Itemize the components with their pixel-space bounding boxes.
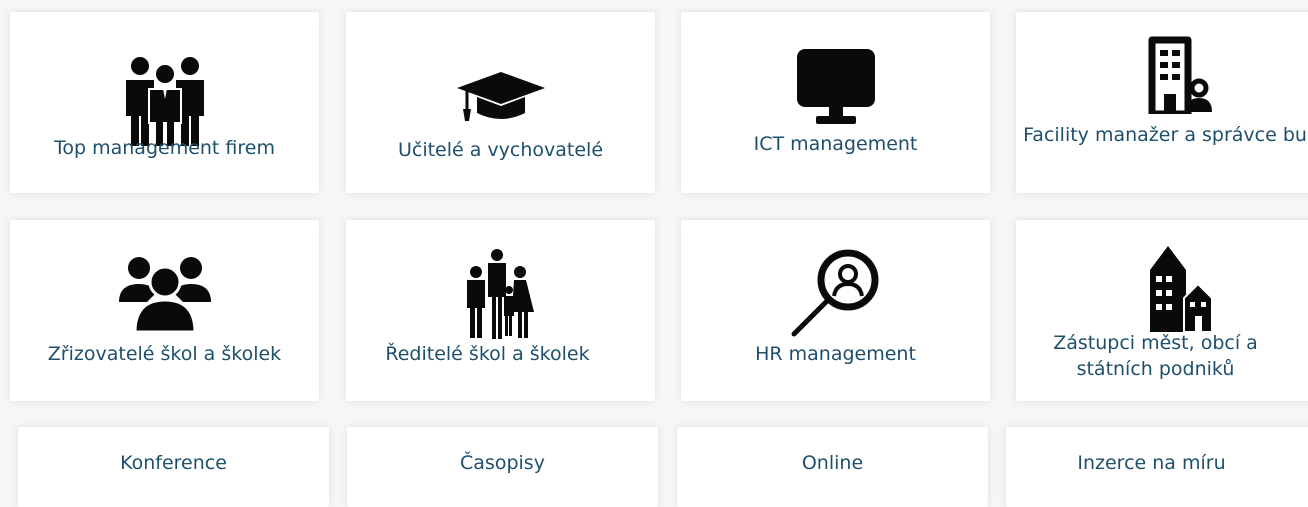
card-label: Facility manažer a správce budov (1023, 124, 1308, 146)
group-icon (117, 252, 213, 334)
link-label: Časopisy (460, 452, 545, 474)
magnifier-person-icon (790, 248, 882, 338)
building-manager-icon (1148, 36, 1212, 114)
card-top-management[interactable]: Top management firem (10, 12, 319, 193)
card-ict[interactable]: ICT management (681, 12, 990, 193)
family-icon (461, 248, 541, 340)
card-hr[interactable]: HR management (681, 220, 990, 401)
city-buildings-icon (1148, 246, 1212, 332)
card-label: Zástupci měst, obcí a státních podniků (1053, 332, 1258, 380)
card-label: Top management firem (54, 137, 275, 159)
card-school-directors[interactable]: Ředitelé škol a školek (346, 220, 655, 401)
card-school-founders[interactable]: Zřizovatelé škol a školek (10, 220, 319, 401)
link-conferences[interactable]: Konference (18, 427, 329, 507)
card-label: Zřizovatelé škol a školek (47, 343, 282, 365)
monitor-icon (796, 48, 876, 126)
business-team-icon (122, 52, 208, 147)
card-label: Ředitelé škol a školek (385, 343, 590, 365)
link-label: Konference (120, 452, 227, 474)
link-magazines[interactable]: Časopisy (347, 427, 658, 507)
link-label: Online (801, 452, 864, 474)
card-facility[interactable]: Facility manažer a správce budov (1016, 12, 1308, 193)
card-city-representatives[interactable]: Zástupci měst, obcí a státních podniků (1016, 220, 1308, 401)
card-label: ICT management (753, 133, 918, 155)
card-teachers[interactable]: Učitelé a vychovatelé (346, 12, 655, 193)
graduation-cap-icon (455, 70, 547, 130)
card-label: HR management (755, 343, 916, 365)
link-custom-advertising[interactable]: Inzerce na míru (1006, 427, 1308, 507)
link-label: Inzerce na míru (1077, 452, 1226, 474)
link-online[interactable]: Online (677, 427, 988, 507)
card-label: Učitelé a vychovatelé (397, 139, 604, 161)
